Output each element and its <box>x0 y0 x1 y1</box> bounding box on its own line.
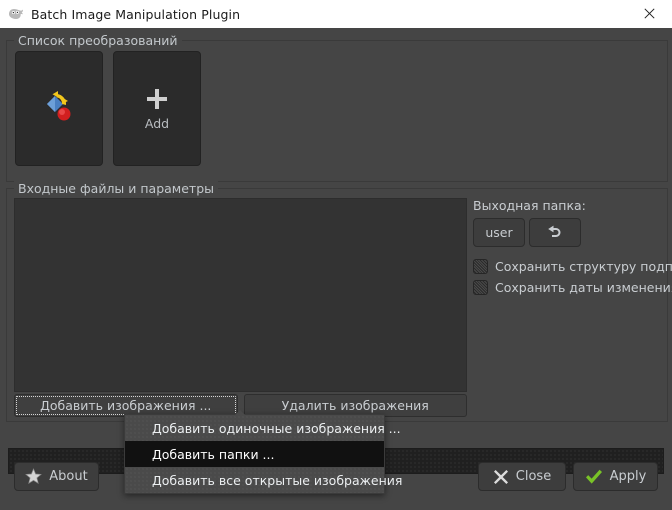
checkbox-box <box>473 259 488 274</box>
menu-item-add-single-images[interactable]: Добавить одиночные изображения ... <box>125 415 401 441</box>
add-transform-tile[interactable]: Add <box>113 51 201 166</box>
keep-subfolder-structure-checkbox[interactable]: Сохранить структуру подпапок <box>473 256 672 277</box>
keep-subfolder-structure-label: Сохранить структуру подпапок <box>495 259 672 274</box>
close-button-label: Close <box>515 469 552 484</box>
close-button[interactable]: Close <box>478 462 566 491</box>
undo-arrow-icon <box>548 225 561 237</box>
menu-item-add-all-open-images[interactable]: Добавить все открытые изображения <box>125 467 402 493</box>
menu-item-add-folders[interactable]: Добавить папки ... <box>125 441 384 467</box>
close-icon[interactable] <box>627 0 672 27</box>
output-folder-reset-button[interactable] <box>529 218 581 247</box>
wilber-icon <box>9 9 24 20</box>
apply-button[interactable]: Apply <box>573 462 658 491</box>
add-images-context-menu: Добавить одиночные изображения ... Добав… <box>124 410 402 494</box>
apply-button-label: Apply <box>609 469 647 484</box>
output-folder-button[interactable]: user <box>473 218 525 247</box>
about-button-label: About <box>49 469 88 484</box>
add-transform-label: Add <box>144 116 170 132</box>
output-folder-panel: Выходная папка: user Сохранить структуру… <box>473 198 672 298</box>
keep-modification-dates-checkbox[interactable]: Сохранить даты изменения <box>473 277 672 298</box>
output-folder-title: Выходная папка: <box>473 198 586 213</box>
cross-icon <box>493 469 508 484</box>
menu-pointer-arrow <box>235 410 245 415</box>
transform-tiles: Add <box>15 51 201 166</box>
about-button[interactable]: About <box>14 462 99 491</box>
dialog-body: Список преобразований Add Входные файлы … <box>0 28 672 510</box>
window-titlebar: Batch Image Manipulation Plugin <box>0 0 672 29</box>
window-title: Batch Image Manipulation Plugin <box>31 6 241 22</box>
transform-tile-item[interactable] <box>15 51 103 166</box>
checkbox-box <box>473 280 488 295</box>
transform-rotate-icon <box>47 90 71 120</box>
input-files-legend: Входные файлы и параметры <box>14 181 219 196</box>
file-list[interactable] <box>14 198 467 392</box>
input-files-group: Входные файлы и параметры Добавить изобр… <box>6 181 672 422</box>
transform-list-group: Список преобразований Add <box>6 33 668 182</box>
plus-icon <box>147 89 167 110</box>
output-folder-buttons: user <box>473 218 663 247</box>
check-icon <box>585 469 602 484</box>
star-icon <box>25 468 43 484</box>
keep-modification-dates-label: Сохранить даты изменения <box>495 280 672 295</box>
transform-list-legend: Список преобразований <box>14 33 182 48</box>
